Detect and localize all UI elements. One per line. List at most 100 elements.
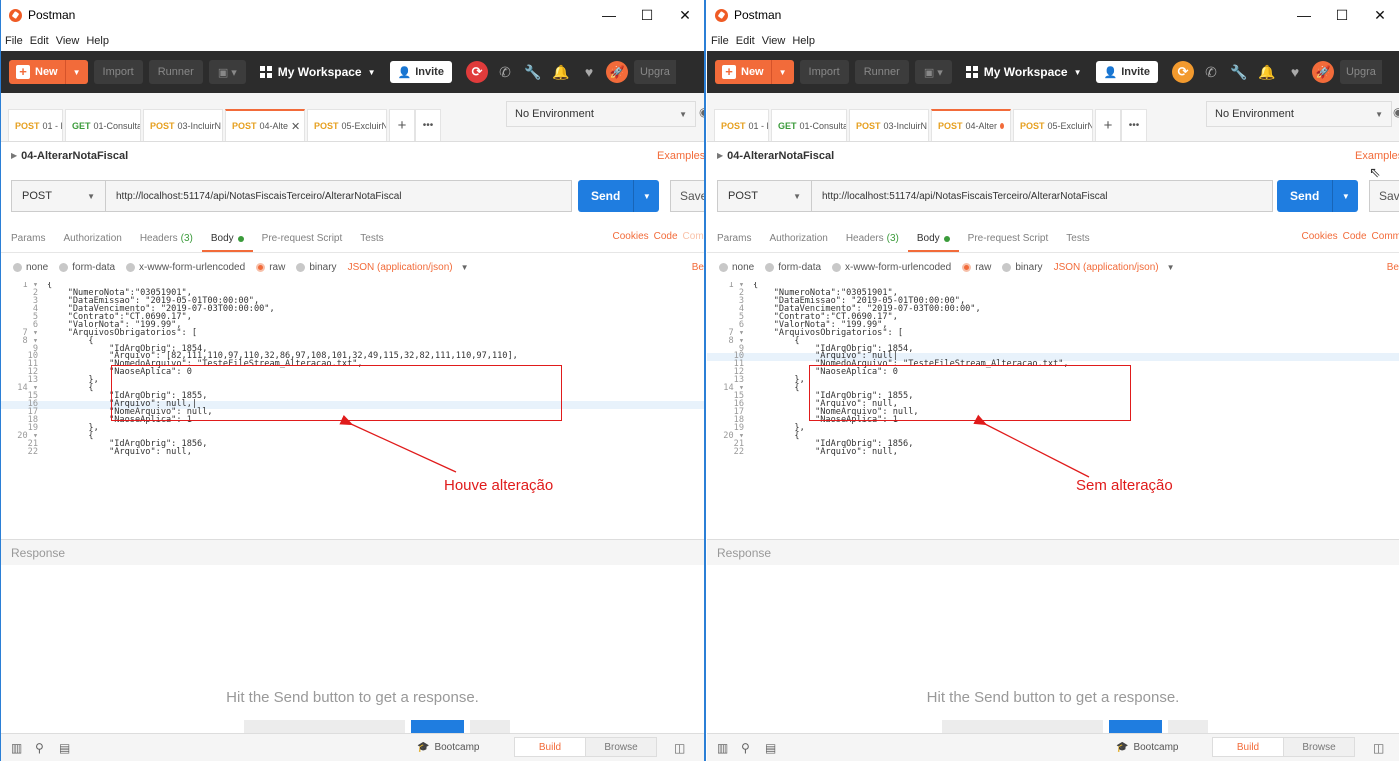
import-button[interactable]: Import [93,60,143,84]
build-tab[interactable]: Build [514,737,586,757]
request-tab[interactable]: POST 05-ExcluirN [1013,109,1093,141]
environment-select[interactable]: No Environment ▼ [506,101,696,127]
rocket-icon[interactable]: 🚀 [1311,61,1334,83]
tab-headers[interactable]: Headers (3) [837,220,908,252]
url-input[interactable]: http://localhost:51174/api/NotasFiscaisT… [106,180,572,212]
minimize-button[interactable]: — [590,7,628,23]
menu-help[interactable]: Help [792,35,815,47]
new-window-button[interactable]: ▣ ▾ [208,60,246,84]
upgrade-button[interactable]: Upgra [633,60,676,84]
radio-binary[interactable]: binary [296,262,337,273]
new-window-button[interactable]: ▣ ▾ [914,60,952,84]
eye-icon[interactable]: ◉ [1393,105,1399,119]
browse-tab[interactable]: Browse [1283,737,1355,757]
maximize-button[interactable]: ☐ [1323,7,1361,24]
tab-body[interactable]: Body [201,220,253,252]
menu-edit[interactable]: Edit [30,35,49,47]
content-type-select[interactable]: JSON (application/json) ▼ [348,262,469,273]
import-button[interactable]: Import [799,60,849,84]
tab-body[interactable]: Body [907,220,959,252]
request-tab[interactable]: GET 01-Consulta [65,109,141,141]
request-tab-active[interactable]: POST 04-Alte ✕ [225,109,305,141]
chevron-down-icon[interactable]: ▼ [633,180,659,212]
workspace-switcher[interactable]: My Workspace ▼ [252,65,384,79]
close-tab-icon[interactable]: ✕ [291,120,300,133]
radio-raw[interactable]: raw [962,262,991,273]
add-tab-button[interactable]: + [389,109,415,141]
wrench-icon[interactable]: 🔧 [522,64,544,81]
menu-edit[interactable]: Edit [736,35,755,47]
console-icon[interactable]: ▤ [765,741,789,755]
sync-status-icon[interactable]: ⟳ [465,61,488,83]
upgrade-button[interactable]: Upgra [1339,60,1382,84]
more-tabs-button[interactable]: ••• [415,109,441,141]
request-tab[interactable]: POST 03-IncluirN [143,109,223,141]
send-button[interactable]: Send ▼ [1277,180,1359,212]
console-icon[interactable]: ▤ [59,741,83,755]
bootcamp-link[interactable]: 🎓 Bootcamp [1116,742,1178,753]
invite-button[interactable]: 👤 Invite [389,61,452,83]
satellite-icon[interactable]: ✆ [494,64,516,81]
heart-icon[interactable]: ♥ [1284,64,1306,80]
radio-none[interactable]: none [13,262,48,273]
tab-tests[interactable]: Tests [1057,220,1098,252]
tab-headers[interactable]: Headers (3) [131,220,202,252]
runner-button[interactable]: Runner [854,60,909,84]
request-name[interactable]: ▶ 04-AlterarNotaFiscal Examples [1,142,704,169]
comments-link[interactable]: Comm [683,231,704,242]
beautify-link[interactable]: Be [692,262,704,273]
examples-link[interactable]: Examples [657,150,704,162]
code-link[interactable]: Code [654,231,678,242]
send-button[interactable]: Send ▼ [578,180,660,212]
tab-prerequest-script[interactable]: Pre-request Script [253,220,352,252]
close-button[interactable]: ✕ [1361,7,1399,24]
sidebar-toggle-icon[interactable]: ▥ [11,741,35,755]
request-tab[interactable]: POST 05-ExcluirN [307,109,387,141]
two-pane-icon[interactable]: ◫ [674,741,685,755]
menu-view[interactable]: View [56,35,80,47]
menu-file[interactable]: File [711,35,729,47]
request-tab[interactable]: POST01 - Efetua [8,109,63,141]
content-type-select[interactable]: JSON (application/json) ▼ [1054,262,1175,273]
body-code-editor[interactable]: 1 ▾{2 "NumeroNota":"03051901", 3 "DataEmi… [1,282,704,539]
tab-prerequest-script[interactable]: Pre-request Script [959,220,1058,252]
radio-urlencoded[interactable]: x-www-form-urlencoded [126,262,245,273]
code-line[interactable]: 19 }, [1,424,704,433]
build-tab[interactable]: Build [1212,737,1284,757]
chevron-down-icon[interactable]: ▼ [1332,180,1358,212]
code-line[interactable]: 22 "Arquivo": null, [707,447,1399,457]
url-input[interactable]: http://localhost:51174/api/NotasFiscaisT… [812,180,1273,212]
radio-none[interactable]: none [719,262,754,273]
satellite-icon[interactable]: ✆ [1200,64,1222,81]
runner-button[interactable]: Runner [148,60,203,84]
tab-authorization[interactable]: Authorization [54,220,130,252]
new-button[interactable]: + New ▼ [9,60,88,84]
eye-icon[interactable]: ◉ [699,105,704,119]
method-select[interactable]: POST ▼ [717,180,812,212]
cookies-link[interactable]: Cookies [1302,231,1338,242]
beautify-link[interactable]: Be [1387,262,1399,273]
cookies-link[interactable]: Cookies [613,231,649,242]
tab-params[interactable]: Params [11,220,54,252]
chevron-down-icon[interactable]: ▼ [770,60,794,84]
save-button[interactable]: Sav [1369,180,1399,212]
code-link[interactable]: Code [1343,231,1367,242]
more-tabs-button[interactable]: ••• [1121,109,1147,141]
add-tab-button[interactable]: + [1095,109,1121,141]
request-name[interactable]: ▶ 04-AlterarNotaFiscal Examples [707,142,1399,169]
wrench-icon[interactable]: 🔧 [1228,64,1250,81]
two-pane-icon[interactable]: ◫ [1373,741,1384,755]
search-icon[interactable]: ⚲ [35,741,59,755]
radio-raw[interactable]: raw [256,262,285,273]
minimize-button[interactable]: — [1285,7,1323,23]
tab-authorization[interactable]: Authorization [760,220,836,252]
radio-urlencoded[interactable]: x-www-form-urlencoded [832,262,951,273]
comments-link[interactable]: Comm [1372,231,1399,242]
save-button[interactable]: Save [670,180,704,212]
tab-tests[interactable]: Tests [351,220,392,252]
code-line[interactable]: 7 ▾ "ArquivosObrigatorios": [ [1,328,704,338]
menu-help[interactable]: Help [86,35,109,47]
code-line[interactable]: 22 "Arquivo": null, [1,447,704,457]
menu-view[interactable]: View [762,35,786,47]
bootcamp-link[interactable]: 🎓 Bootcamp [417,742,479,753]
